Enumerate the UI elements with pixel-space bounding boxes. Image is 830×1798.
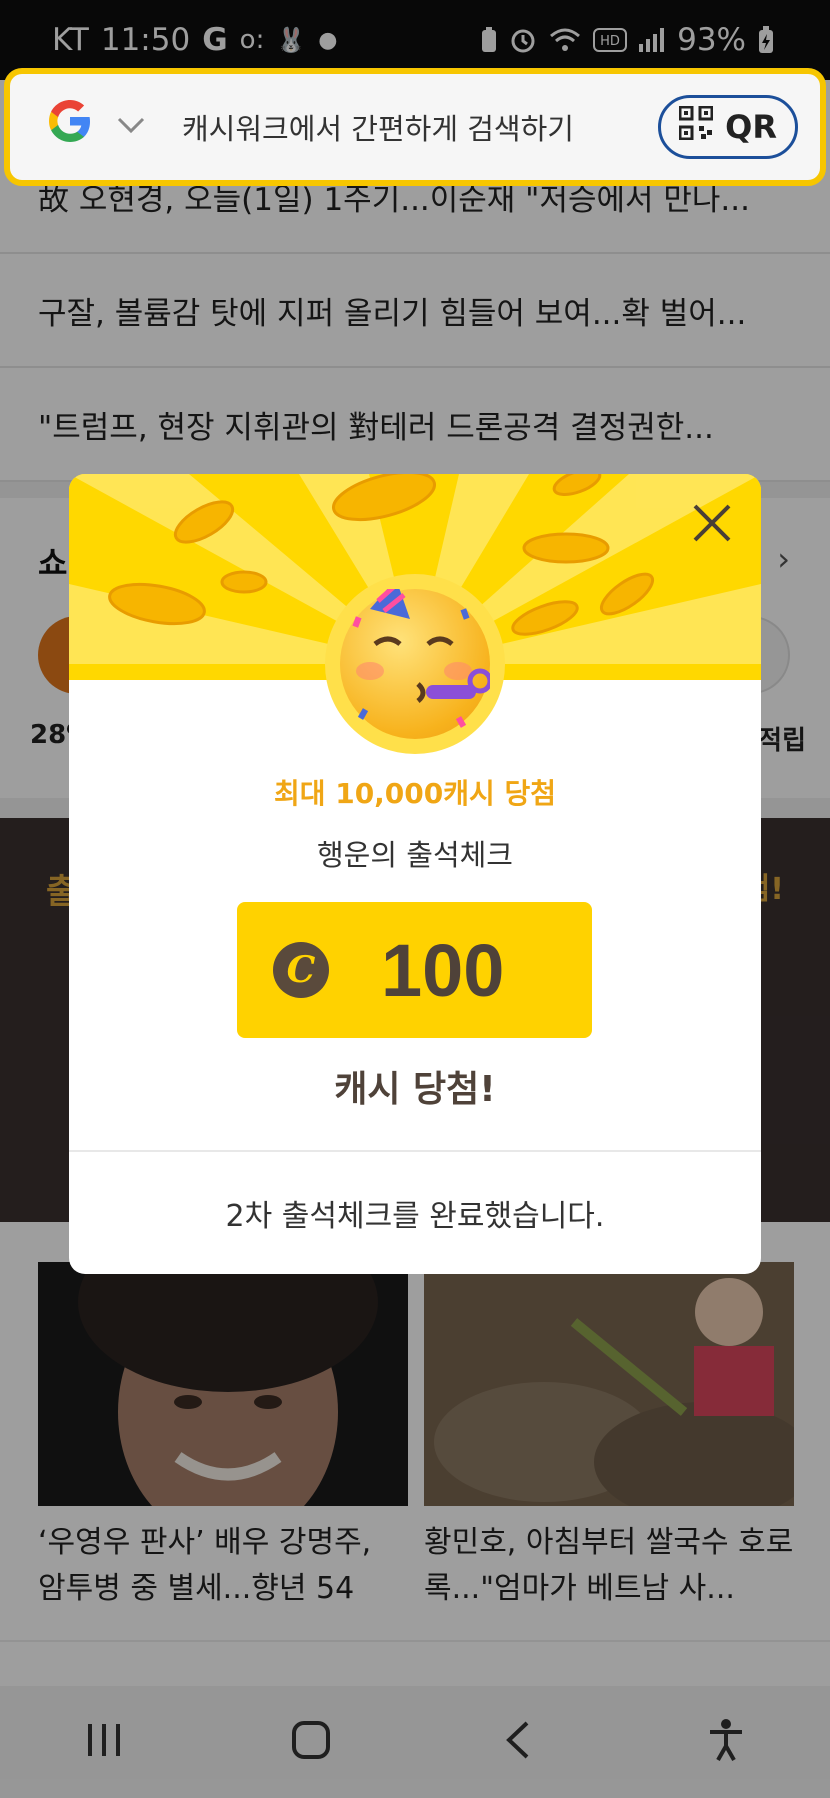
qr-button[interactable]: QR (658, 95, 798, 159)
attendance-reward-modal: 최대 10,000캐시 당첨 행운의 출석체크 C 100 캐시 당첨! 2차 … (69, 474, 761, 1274)
screen: KT 11:50 G o: 🐰 ● HD 93% 故 오현경, 오늘(1일) 1… (0, 0, 830, 1798)
party-face-emoji (325, 574, 505, 754)
cash-coin-icon: C (273, 942, 329, 998)
win-result-text: 캐시 당첨! (334, 1069, 496, 1110)
close-icon[interactable] (687, 498, 737, 548)
qr-code-icon (678, 105, 714, 148)
search-bar[interactable]: 캐시워크에서 간편하게 검색하기 QR (4, 68, 826, 186)
chevron-down-icon[interactable] (94, 115, 146, 139)
attendance-subtitle: 행운의 출석체크 (317, 838, 513, 872)
prize-amount-box: C 100 (237, 902, 592, 1038)
qr-label: QR (725, 108, 777, 146)
google-logo-icon[interactable] (46, 97, 94, 158)
search-input[interactable]: 캐시워크에서 간편하게 검색하기 (182, 106, 574, 148)
max-reward-headline: 최대 10,000캐시 당첨 (273, 777, 557, 810)
prize-amount: 100 (381, 928, 505, 1012)
modal-footer-message[interactable]: 2차 출석체크를 완료했습니다. (69, 1152, 761, 1274)
